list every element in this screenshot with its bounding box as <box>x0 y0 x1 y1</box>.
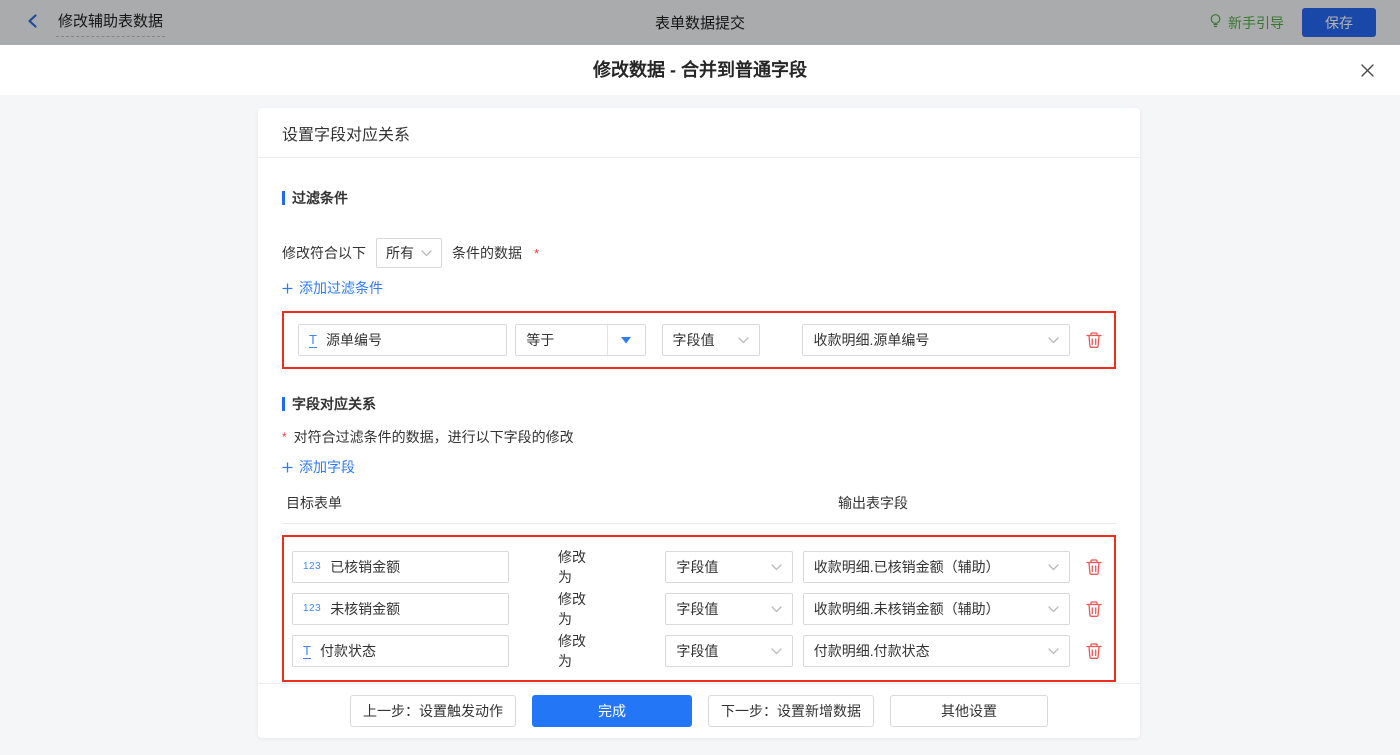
column-divider <box>282 523 1116 524</box>
mapping-rows-highlight-box: 123 已核销金额 修改为 字段值 收款明细.已核销金额（辅助） 123 未核销… <box>282 535 1116 682</box>
page-title: 表单数据提交 <box>654 15 745 32</box>
text-field-icon: T <box>303 642 311 659</box>
settings-card: 设置字段对应关系 过滤条件 修改符合以下 所有 条件的数据 * 添加过滤条件 T… <box>258 108 1140 738</box>
bulb-icon <box>1208 13 1223 32</box>
delete-row-button[interactable] <box>1084 641 1104 661</box>
chevron-down-icon <box>1048 647 1059 654</box>
other-settings-button[interactable]: 其他设置 <box>890 695 1048 727</box>
chevron-down-icon <box>738 336 750 343</box>
prev-step-button[interactable]: 上一步：设置触发动作 <box>350 695 516 727</box>
number-field-icon: 123 <box>303 603 322 614</box>
filter-row-highlight-box: T 源单编号 等于 字段值 收款明细.源单编号 <box>282 311 1116 369</box>
next-step-button[interactable]: 下一步：设置新增数据 <box>708 695 874 727</box>
value-type-select[interactable]: 字段值 <box>665 635 793 667</box>
mapping-note: * 对符合过滤条件的数据，进行以下字段的修改 <box>282 429 574 445</box>
back-chevron-icon <box>24 12 42 33</box>
filter-section-title: 过滤条件 <box>282 188 1116 208</box>
back-button[interactable] <box>24 12 42 33</box>
chevron-down-icon <box>421 249 432 256</box>
target-field-input[interactable]: 123 未核销金额 <box>292 593 510 625</box>
trash-icon <box>1086 601 1102 617</box>
add-field-link[interactable]: 添加字段 <box>282 457 355 477</box>
target-field-input[interactable]: T 付款状态 <box>292 635 510 667</box>
chevron-down-icon <box>771 563 782 570</box>
output-field-select[interactable]: 付款明细.付款状态 <box>802 635 1070 667</box>
operator-caret-button[interactable] <box>606 325 645 355</box>
text-field-icon: T <box>309 331 317 348</box>
match-prefix-label: 修改符合以下 <box>282 245 366 261</box>
delete-filter-button[interactable] <box>1084 330 1104 350</box>
mapping-row: 123 已核销金额 修改为 字段值 收款明细.已核销金额（辅助） <box>292 549 1104 585</box>
output-field-column-label: 输出表字段 <box>838 495 908 511</box>
chevron-down-icon <box>771 647 782 654</box>
flow-title[interactable]: 修改辅助表数据 <box>56 8 166 37</box>
number-field-icon: 123 <box>303 561 322 572</box>
dialog-header: 修改数据 - 合并到普通字段 <box>0 45 1400 95</box>
match-mode-select[interactable]: 所有 <box>376 238 442 268</box>
close-button[interactable] <box>1358 61 1376 79</box>
card-header: 设置字段对应关系 <box>258 108 1140 158</box>
done-button[interactable]: 完成 <box>532 695 692 727</box>
trash-icon <box>1086 332 1102 348</box>
filter-value-select[interactable]: 收款明细.源单编号 <box>802 324 1070 356</box>
mapping-row: T 付款状态 修改为 字段值 付款明细.付款状态 <box>292 633 1104 669</box>
beginner-guide-label: 新手引导 <box>1228 14 1284 31</box>
trash-icon <box>1086 643 1102 659</box>
add-filter-link[interactable]: 添加过滤条件 <box>282 278 383 298</box>
output-field-select[interactable]: 收款明细.已核销金额（辅助） <box>802 551 1070 583</box>
required-mark: * <box>282 430 287 444</box>
plus-icon <box>282 283 293 293</box>
delete-row-button[interactable] <box>1084 557 1104 577</box>
card-footer: 上一步：设置触发动作 完成 下一步：设置新增数据 其他设置 <box>258 683 1140 738</box>
chevron-down-icon <box>1048 336 1059 343</box>
required-mark: * <box>534 245 540 261</box>
dialog-title: 修改数据 - 合并到普通字段 <box>593 60 807 80</box>
mapping-section-title: 字段对应关系 <box>282 394 1116 414</box>
section-bar-icon <box>282 397 285 411</box>
value-type-select[interactable]: 字段值 <box>665 593 793 625</box>
save-button[interactable]: 保存 <box>1302 8 1376 37</box>
card-header-title: 设置字段对应关系 <box>282 126 411 144</box>
value-type-select[interactable]: 字段值 <box>665 551 793 583</box>
mapping-row: 123 未核销金额 修改为 字段值 收款明细.未核销金额（辅助） <box>292 591 1104 627</box>
modify-to-label: 修改为 <box>558 549 587 585</box>
target-form-column-label: 目标表单 <box>286 495 342 511</box>
filter-value-type-select[interactable]: 字段值 <box>661 324 761 356</box>
triangle-down-icon <box>621 336 632 343</box>
filter-field-input[interactable]: T 源单编号 <box>298 324 508 356</box>
beginner-guide-link[interactable]: 新手引导 <box>1208 13 1284 33</box>
output-field-select[interactable]: 收款明细.未核销金额（辅助） <box>802 593 1070 625</box>
mapping-column-headers: 目标表单 输出表字段 <box>282 493 1116 513</box>
delete-row-button[interactable] <box>1084 599 1104 619</box>
match-suffix-label: 条件的数据 <box>452 245 522 261</box>
target-field-input[interactable]: 123 已核销金额 <box>292 551 510 583</box>
section-bar-icon <box>282 191 285 205</box>
modify-to-label: 修改为 <box>558 591 587 627</box>
dialog-body: 设置字段对应关系 过滤条件 修改符合以下 所有 条件的数据 * 添加过滤条件 T… <box>0 95 1400 755</box>
operator-select[interactable]: 等于 <box>515 324 646 356</box>
trash-icon <box>1086 559 1102 575</box>
chevron-down-icon <box>1048 563 1059 570</box>
chevron-down-icon <box>1048 605 1059 612</box>
card-body: 过滤条件 修改符合以下 所有 条件的数据 * 添加过滤条件 T 源单编号 等于 … <box>258 188 1140 682</box>
modify-to-label: 修改为 <box>558 633 587 669</box>
filter-match-line: 修改符合以下 所有 条件的数据 * <box>282 238 1116 268</box>
top-bar: 修改辅助表数据 表单数据提交 新手引导 保存 <box>0 0 1400 45</box>
chevron-down-icon <box>771 605 782 612</box>
plus-icon <box>282 462 293 472</box>
